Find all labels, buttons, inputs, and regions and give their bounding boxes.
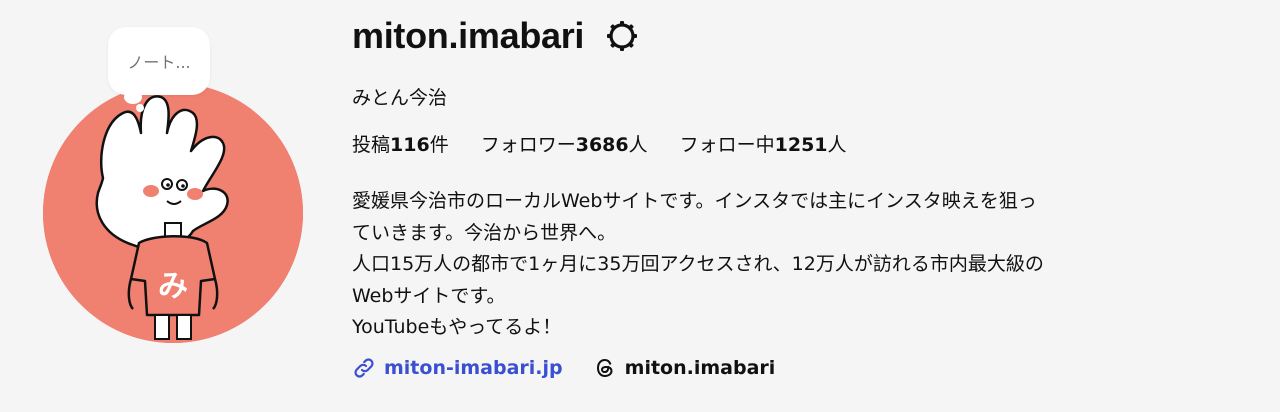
gear-icon[interactable] bbox=[604, 18, 640, 54]
display-name: みとん今治 bbox=[352, 87, 448, 109]
posts-unit: 件 bbox=[429, 134, 449, 156]
avatar[interactable]: み bbox=[43, 83, 303, 343]
profile-links: miton-imabari.jp miton.imabari bbox=[352, 353, 1252, 383]
bio-line: YouTubeもやってるよ！ bbox=[352, 316, 562, 338]
link-icon bbox=[354, 357, 374, 378]
posts-label: 投稿 bbox=[352, 134, 391, 156]
followers-label: フォロワー bbox=[480, 134, 576, 156]
profile-info: miton.imabari みとん今治 投稿116件 フォロワー3686人 フォ… bbox=[352, 12, 1252, 383]
website-url: miton-imabari.jp bbox=[384, 356, 563, 379]
note-bubble-dot bbox=[124, 90, 142, 104]
avatar-illustration: み bbox=[43, 83, 303, 343]
followers-count: 3686 bbox=[575, 134, 629, 156]
website-link[interactable]: miton-imabari.jp bbox=[352, 356, 563, 380]
profile-page: み ノート... miton.imabari みとん今治 投稿116件 フォロワ… bbox=[0, 0, 1280, 412]
threads-icon bbox=[596, 358, 613, 377]
note-placeholder: ノート... bbox=[127, 53, 191, 72]
following-count: 1251 bbox=[774, 134, 828, 156]
note-bubble-dot-small bbox=[136, 104, 144, 112]
avatar-shirt-letter: み bbox=[158, 269, 188, 304]
bio-line: 愛媛県今治市のローカルWebサイトです。インスタでは主にインスタ映えを狙っ bbox=[352, 190, 1037, 212]
posts-stat[interactable]: 投稿116件 bbox=[352, 131, 449, 159]
following-unit: 人 bbox=[827, 134, 847, 156]
username-row: miton.imabari bbox=[352, 12, 1252, 60]
username: miton.imabari bbox=[352, 15, 585, 56]
posts-count: 116 bbox=[390, 134, 430, 156]
profile-stats: 投稿116件 フォロワー3686人 フォロー中1251人 bbox=[352, 131, 1252, 159]
bio-line: ていきます。今治から世界へ。 bbox=[352, 221, 617, 244]
avatar-container[interactable]: み bbox=[43, 83, 303, 343]
threads-link[interactable]: miton.imabari bbox=[593, 356, 776, 380]
following-stat[interactable]: フォロー中1251人 bbox=[680, 131, 847, 159]
following-label: フォロー中 bbox=[679, 134, 775, 156]
note-bubble[interactable]: ノート... bbox=[108, 27, 210, 95]
followers-stat[interactable]: フォロワー3686人 bbox=[481, 131, 648, 159]
bio: 愛媛県今治市のローカルWebサイトです。インスタでは主にインスタ映えを狙っ てい… bbox=[352, 186, 1252, 344]
followers-unit: 人 bbox=[628, 134, 648, 156]
bio-line: 人口15万人の都市で1ヶ月に35万回アクセスされ、12万人が訪れる市内最大級の bbox=[352, 253, 1044, 275]
bio-line: Webサイトです。 bbox=[352, 284, 506, 307]
threads-handle: miton.imabari bbox=[624, 356, 776, 379]
